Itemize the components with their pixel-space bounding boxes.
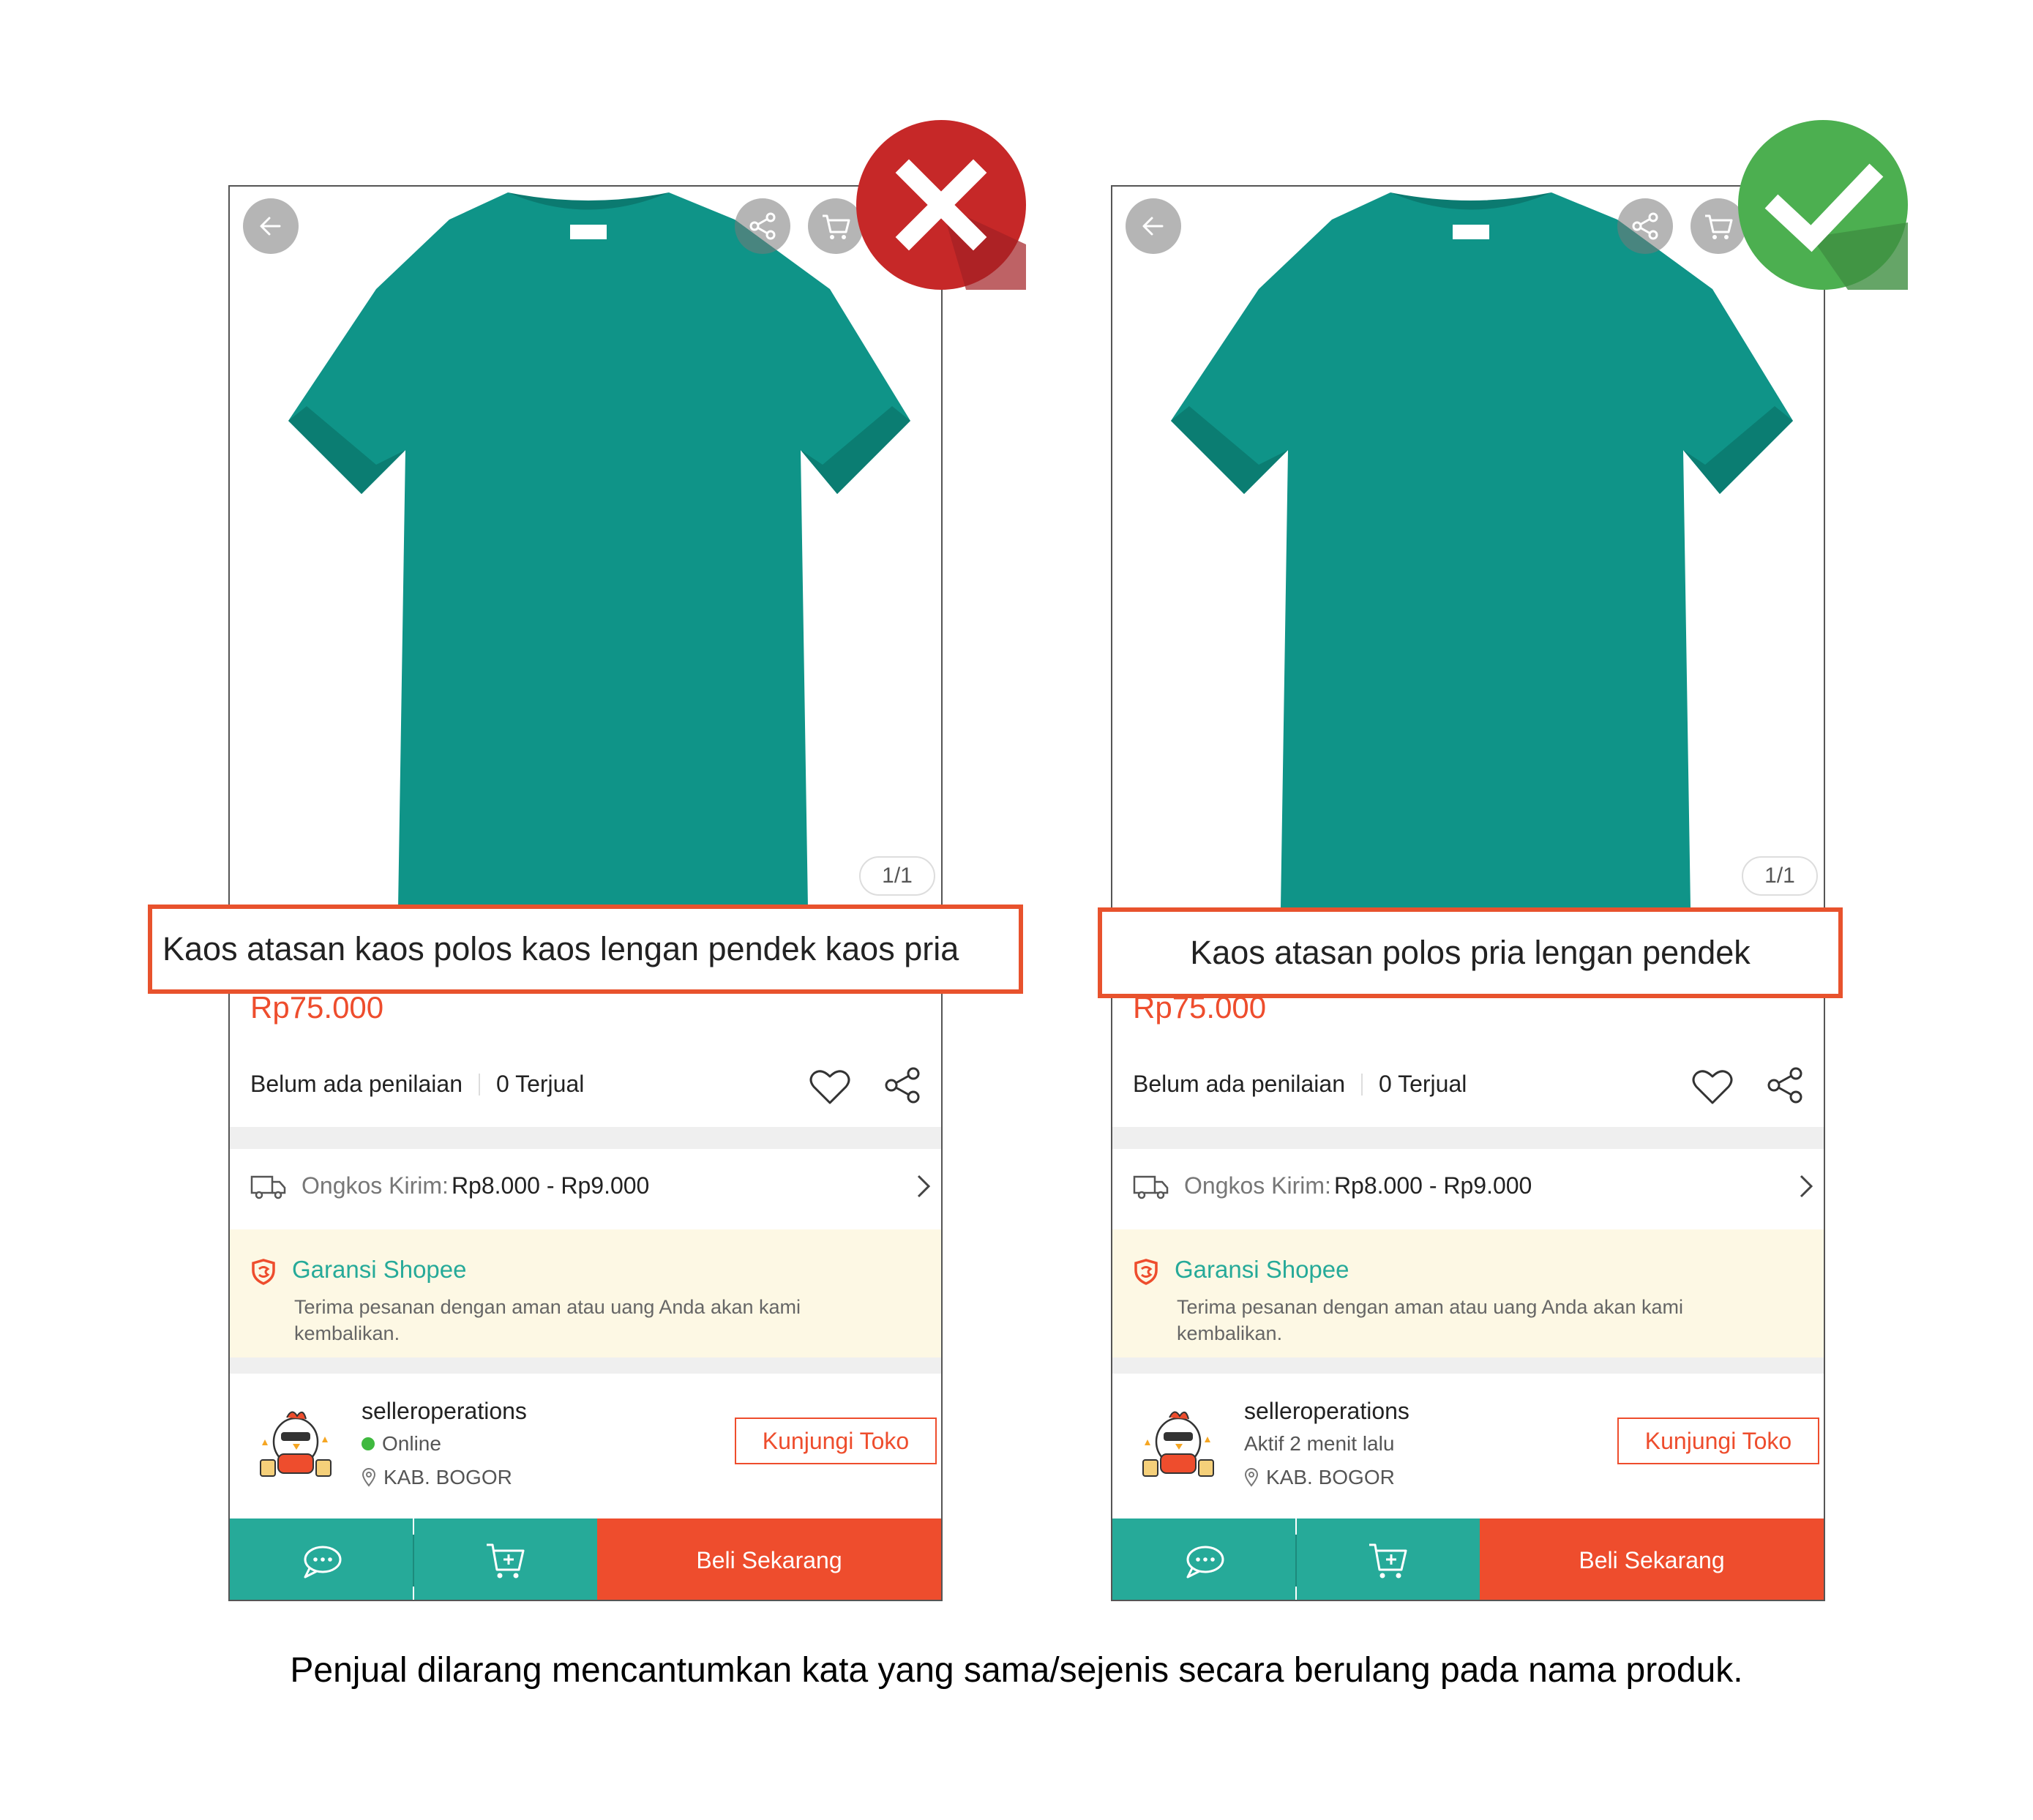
location-pin-icon xyxy=(362,1468,376,1487)
shop-location: KAB. BOGOR xyxy=(362,1466,512,1489)
chat-button[interactable] xyxy=(230,1518,413,1600)
rating-text[interactable]: Belum ada penilaian xyxy=(250,1071,463,1098)
product-title-highlight-wrong: Kaos atasan kaos polos kaos lengan pende… xyxy=(148,905,1023,994)
shop-name[interactable]: selleroperations xyxy=(1244,1398,1409,1425)
chevron-right-icon[interactable] xyxy=(1797,1173,1816,1199)
buy-now-button[interactable]: Beli Sekarang xyxy=(1480,1518,1824,1600)
shield-icon xyxy=(1134,1259,1158,1285)
back-button[interactable] xyxy=(243,198,299,254)
buy-now-button[interactable]: Beli Sekarang xyxy=(597,1518,941,1600)
cart-icon xyxy=(1705,214,1733,239)
add-to-cart-button[interactable] xyxy=(414,1518,597,1600)
shop-status: Online xyxy=(362,1432,441,1456)
shipping-row[interactable]: Ongkos Kirim: Rp8.000 - Rp9.000 xyxy=(1133,1171,1532,1200)
section-divider xyxy=(230,1127,941,1149)
shipping-row[interactable]: Ongkos Kirim: Rp8.000 - Rp9.000 xyxy=(250,1171,649,1200)
heart-icon[interactable] xyxy=(1691,1065,1734,1109)
product-stats: Belum ada penilaian 0 Terjual xyxy=(250,1071,584,1098)
guarantee-section: Garansi Shopee Terima pesanan dengan ama… xyxy=(230,1229,941,1357)
add-to-cart-button[interactable] xyxy=(1297,1518,1480,1600)
shop-location-text: KAB. BOGOR xyxy=(383,1466,512,1488)
guarantee-title: Garansi Shopee xyxy=(292,1256,467,1283)
shop-status-text: Aktif 2 menit lalu xyxy=(1244,1432,1395,1455)
shop-avatar[interactable] xyxy=(1134,1401,1222,1489)
bottom-action-bar: Beli Sekarang xyxy=(230,1518,941,1600)
share-icon[interactable] xyxy=(1764,1063,1808,1107)
product-price: Rp75.000 xyxy=(250,990,384,1025)
truck-icon xyxy=(250,1175,286,1199)
chat-icon xyxy=(1186,1546,1224,1578)
back-arrow-icon xyxy=(260,217,281,236)
guarantee-section: Garansi Shopee Terima pesanan dengan ama… xyxy=(1112,1229,1824,1357)
product-page-correct: 1/1 Rp75.000 Belum ada penilaian 0 Terju… xyxy=(1111,185,1825,1601)
chevron-right-icon[interactable] xyxy=(914,1173,933,1199)
share-button[interactable] xyxy=(735,198,790,254)
image-counter: 1/1 xyxy=(1742,856,1818,896)
section-divider xyxy=(1112,1127,1824,1149)
shipping-value: Rp8.000 - Rp9.000 xyxy=(451,1172,650,1199)
back-button[interactable] xyxy=(1126,198,1181,254)
cart-button[interactable] xyxy=(808,198,864,254)
add-to-cart-icon xyxy=(1369,1543,1407,1578)
visit-shop-button[interactable]: Kunjungi Toko xyxy=(1617,1418,1819,1464)
guarantee-text: Terima pesanan dengan aman atau uang And… xyxy=(1177,1296,1683,1344)
caption: Penjual dilarang mencantumkan kata yang … xyxy=(290,1651,1743,1690)
shipping-label: Ongkos Kirim: xyxy=(1184,1172,1331,1199)
product-page-wrong: 1/1 Rp75.000 Belum ada penilaian 0 Terju… xyxy=(228,185,943,1601)
tshirt-image xyxy=(1171,192,1793,907)
section-divider xyxy=(1112,1357,1824,1374)
chat-button[interactable] xyxy=(1112,1518,1295,1600)
heart-icon[interactable] xyxy=(808,1065,852,1109)
back-arrow-icon xyxy=(1142,217,1164,236)
cross-icon xyxy=(856,120,1026,290)
add-to-cart-icon xyxy=(487,1543,525,1578)
truck-icon xyxy=(1133,1175,1169,1199)
shop-status-text: Online xyxy=(382,1432,441,1455)
product-image-area[interactable]: 1/1 xyxy=(230,187,941,907)
share-button[interactable] xyxy=(1617,198,1673,254)
sold-count: 0 Terjual xyxy=(1378,1071,1467,1097)
share-icon[interactable] xyxy=(881,1063,925,1107)
bottom-action-bar: Beli Sekarang xyxy=(1112,1518,1824,1600)
online-dot-icon xyxy=(362,1437,375,1450)
product-stats: Belum ada penilaian 0 Terjual xyxy=(1133,1071,1467,1098)
product-image-area[interactable]: 1/1 xyxy=(1112,187,1824,907)
shop-location-text: KAB. BOGOR xyxy=(1266,1466,1395,1488)
tshirt-image xyxy=(288,192,910,907)
product-title-highlight-correct: Kaos atasan polos pria lengan pendek xyxy=(1098,907,1843,998)
location-pin-icon xyxy=(1244,1468,1259,1487)
rating-text[interactable]: Belum ada penilaian xyxy=(1133,1071,1345,1098)
share-icon xyxy=(1632,212,1658,240)
guarantee-text: Terima pesanan dengan aman atau uang And… xyxy=(294,1296,801,1344)
check-icon xyxy=(1738,120,1908,290)
shipping-value: Rp8.000 - Rp9.000 xyxy=(1333,1172,1532,1199)
sold-count: 0 Terjual xyxy=(495,1071,585,1097)
shield-icon xyxy=(252,1259,275,1285)
image-counter: 1/1 xyxy=(859,856,935,896)
visit-shop-button[interactable]: Kunjungi Toko xyxy=(735,1418,937,1464)
shop-name[interactable]: selleroperations xyxy=(362,1398,527,1425)
shipping-label: Ongkos Kirim: xyxy=(302,1172,449,1199)
shop-status: Aktif 2 menit lalu xyxy=(1244,1432,1394,1456)
guarantee-title: Garansi Shopee xyxy=(1175,1256,1349,1283)
shop-location: KAB. BOGOR xyxy=(1244,1466,1395,1489)
section-divider xyxy=(230,1357,941,1374)
shop-avatar[interactable] xyxy=(252,1401,340,1489)
cart-icon xyxy=(823,214,850,239)
share-icon xyxy=(749,212,776,240)
chat-icon xyxy=(304,1546,342,1578)
divider xyxy=(1360,1073,1363,1096)
divider xyxy=(478,1073,480,1096)
